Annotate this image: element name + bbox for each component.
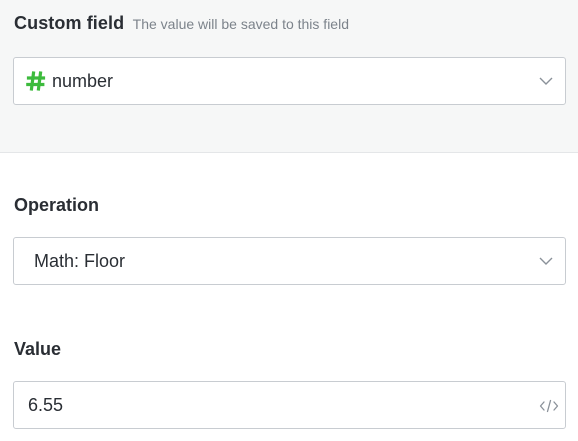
code-icon[interactable] [539,399,559,413]
value-label: Value [14,339,62,359]
hash-icon [26,71,46,91]
custom-field-hint: The value will be saved to this field [132,16,349,32]
custom-field-selected-value: number [52,71,114,91]
value-input-text: 6.55 [28,395,64,415]
chevron-down-icon[interactable] [539,256,553,266]
operation-select[interactable]: Math: Floor [13,237,566,285]
value-input[interactable]: 6.55 [13,381,566,429]
custom-field-section: Custom field The value will be saved to … [0,0,578,153]
operation-label: Operation [14,195,100,215]
operation-selected-value: Math: Floor [34,251,126,271]
custom-field-label-row: Custom field The value will be saved to … [14,13,349,34]
chevron-down-icon[interactable] [539,76,553,86]
custom-field-select[interactable]: number [13,57,566,105]
custom-field-label: Custom field [14,13,125,33]
